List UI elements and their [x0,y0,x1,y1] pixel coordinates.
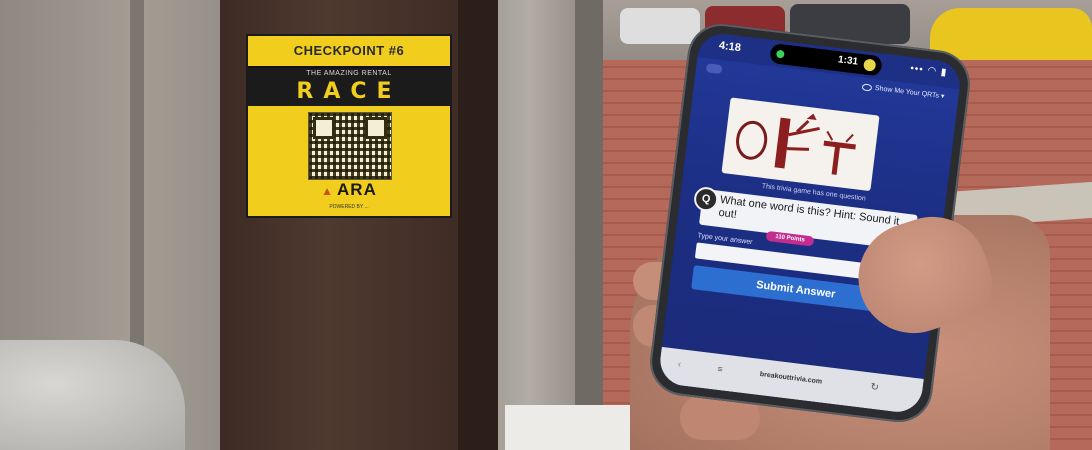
status-time: 4:18 [718,39,742,55]
question-badge: Q [692,185,720,213]
activity-icon [863,58,877,72]
letter-o [736,120,768,160]
letter-f-trunk [774,117,791,169]
checkpoint-poster: CHECKPOINT #6 THE AMAZING RENTAL RACE ▲ A… [246,34,452,218]
rebus-drawing [736,113,856,175]
white-object [505,405,635,450]
qr-code[interactable] [308,112,392,180]
twig-strokes [826,130,854,143]
eye-icon [861,83,873,92]
poster-footer: POWERED BY ... [329,204,369,210]
race-subtitle: THE AMAZING RENTAL [306,70,392,77]
call-dot-icon [775,49,785,59]
race-title: RACE [296,79,402,104]
bird-icon [806,113,817,121]
rebus-image [721,97,880,192]
white-car [620,8,700,44]
gray-sleeve [0,340,185,450]
race-banner: THE AMAZING RENTAL RACE [248,68,450,106]
photo-scene: CHECKPOINT #6 THE AMAZING RENTAL RACE ▲ A… [0,0,1092,450]
checkpoint-label: CHECKPOINT #6 [248,36,450,68]
reload-icon[interactable]: ↻ [870,382,880,394]
toggle-switch-icon[interactable] [705,63,723,75]
ara-brand: ARA [337,180,377,199]
island-timer: 1:31 [837,54,859,68]
show-qrts-label: Show Me Your QRTs [874,84,940,100]
ara-mark-icon: ▲ [321,184,335,198]
post-shadow [458,0,498,450]
ara-logo: ▲ ARA [248,180,450,200]
letter-t [823,140,856,175]
branch-strokes [786,119,820,151]
column-shadow [575,0,603,450]
status-icons: ••• ◠ ▮ [909,63,948,79]
